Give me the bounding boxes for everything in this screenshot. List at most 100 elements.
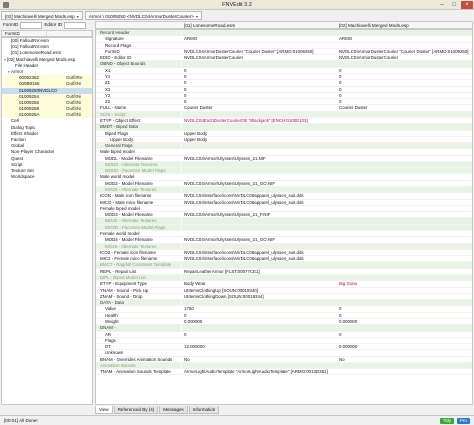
- record-value-merged[interactable]: [337, 274, 472, 281]
- record-value-merged[interactable]: [337, 250, 472, 255]
- record-value-merged[interactable]: [337, 61, 472, 67]
- tree-header-editorid[interactable]: [47, 31, 92, 36]
- record-value-lonesomeroad[interactable]: [182, 231, 337, 236]
- record-value-lonesomeroad[interactable]: RepairLeatherArmor [FLST:00077CE1]: [182, 269, 337, 274]
- record-value-lonesomeroad[interactable]: NVDLC04ArmorDusterCourier "Courier Duste…: [182, 49, 337, 54]
- record-value-merged[interactable]: [337, 300, 472, 306]
- record-value-merged[interactable]: [337, 288, 472, 293]
- record-value-merged[interactable]: [337, 325, 472, 331]
- record-value-merged[interactable]: [337, 262, 472, 268]
- record-value-lonesomeroad[interactable]: 0: [182, 332, 337, 337]
- minimize-button[interactable]: –: [436, 1, 448, 9]
- record-value-lonesomeroad[interactable]: [182, 262, 337, 268]
- record-value-merged[interactable]: 0: [337, 306, 472, 311]
- plugin-tree[interactable]: [00] FalloutNV.esm [01] FalloutNV.esm [01]…: [1, 37, 93, 405]
- record-value-merged[interactable]: [337, 174, 472, 179]
- record-view-grid[interactable]: Record Header Signature ARMO ARMO Record Fla…: [95, 29, 473, 405]
- record-value-merged[interactable]: [337, 350, 472, 355]
- maximize-button[interactable]: □: [448, 1, 460, 9]
- record-value-lonesomeroad[interactable]: 0: [182, 93, 337, 98]
- record-value-merged[interactable]: [337, 256, 472, 261]
- record-value-lonesomeroad[interactable]: NVDLC04\Armor\Ulysses\Ulysses_21_GO.NIF: [182, 181, 337, 186]
- record-value-lonesomeroad[interactable]: [182, 30, 337, 36]
- grid-header-merged[interactable]: [02] Machiavelli Merged Mods.esp: [339, 22, 409, 29]
- tree-item[interactable]: Worldspace: [2, 174, 92, 180]
- record-value-lonesomeroad[interactable]: UIItemsClothingUp [SOUN:00019340]: [182, 288, 337, 293]
- tree-header-formid[interactable]: FormID: [2, 31, 47, 36]
- record-value-merged[interactable]: 0: [337, 93, 472, 98]
- tab-information[interactable]: Information: [188, 406, 220, 414]
- status-badge-pro[interactable]: Pro: [457, 418, 470, 424]
- breadcrumb-record[interactable]: Armor \ 01009250 <NVDLC04ArmorDusterCour…: [84, 11, 202, 20]
- record-value-lonesomeroad[interactable]: ArmorLightAudioTemplate "ArmorLightAudio…: [182, 369, 337, 374]
- record-value-merged[interactable]: [337, 193, 472, 198]
- record-value-merged[interactable]: [337, 187, 472, 193]
- record-value-merged[interactable]: [337, 362, 472, 369]
- record-value-lonesomeroad[interactable]: 0: [182, 87, 337, 92]
- record-value-lonesomeroad[interactable]: [182, 206, 337, 211]
- record-value-merged[interactable]: [337, 369, 472, 374]
- close-button[interactable]: ×: [461, 1, 473, 9]
- record-value-merged[interactable]: [337, 118, 472, 123]
- record-value-merged[interactable]: 0: [337, 68, 472, 73]
- record-value-lonesomeroad[interactable]: NVDLC04\interface\icons\NVDLC06apparel_u…: [182, 200, 337, 205]
- record-value-merged[interactable]: [337, 269, 472, 274]
- record-value-merged[interactable]: [337, 30, 472, 36]
- record-value-lonesomeroad[interactable]: NVDLC04\interface\icons\NVDLC06apparel_u…: [182, 250, 337, 255]
- breadcrumb-file[interactable]: [02] Machiavelli Merged Mods.esp ▾: [1, 11, 83, 20]
- record-value-lonesomeroad[interactable]: [182, 149, 337, 154]
- record-value-merged[interactable]: [337, 243, 472, 249]
- record-value-merged[interactable]: 0: [337, 332, 472, 337]
- record-value-merged[interactable]: Big Guns: [337, 281, 472, 286]
- record-value-merged[interactable]: 0.000000: [337, 344, 472, 349]
- record-value-merged[interactable]: [337, 224, 472, 230]
- record-value-lonesomeroad[interactable]: [182, 161, 337, 168]
- record-value-lonesomeroad[interactable]: [182, 43, 337, 48]
- record-value-lonesomeroad[interactable]: [182, 61, 337, 67]
- record-row[interactable]: TNAM - Animation Sounds Template ArmorLig…: [96, 369, 472, 376]
- record-value-merged[interactable]: [337, 131, 472, 136]
- editorid-filter-input[interactable]: [64, 21, 87, 29]
- record-value-lonesomeroad[interactable]: 0.000000: [182, 319, 337, 324]
- record-value-lonesomeroad[interactable]: No: [182, 357, 337, 362]
- record-value-lonesomeroad[interactable]: NVDLC04\Armor\Ulysses\Ulysses_21_F.NIF: [182, 212, 337, 217]
- record-value-merged[interactable]: [337, 43, 472, 48]
- record-value-lonesomeroad[interactable]: [182, 362, 337, 369]
- record-value-merged[interactable]: ARMO: [337, 36, 472, 41]
- record-value-merged[interactable]: 0: [337, 99, 472, 104]
- record-value-merged[interactable]: 0: [337, 74, 472, 79]
- record-value-lonesomeroad[interactable]: [182, 325, 337, 331]
- record-value-lonesomeroad[interactable]: 0: [182, 313, 337, 318]
- record-value-merged[interactable]: [337, 181, 472, 186]
- record-value-merged[interactable]: [337, 218, 472, 224]
- record-value-lonesomeroad[interactable]: NVDLC04\Armor\Ulysses\Ulysses_21_GO.NIF: [182, 237, 337, 242]
- record-value-lonesomeroad[interactable]: 1750: [182, 306, 337, 311]
- record-value-lonesomeroad[interactable]: 0: [182, 74, 337, 79]
- record-value-lonesomeroad[interactable]: NVDLC04\Armor\Ulysses\Ulysses_21.NIF: [182, 156, 337, 161]
- record-value-merged[interactable]: [337, 143, 472, 149]
- status-badge-tidy[interactable]: Tidy: [440, 418, 455, 424]
- record-value-lonesomeroad[interactable]: Body Wear: [182, 281, 337, 286]
- record-value-lonesomeroad[interactable]: [182, 143, 337, 149]
- record-value-lonesomeroad[interactable]: NVDLC04EnchDusterCourierOE "Blackjack" […: [182, 118, 337, 123]
- tab-referenced-by[interactable]: Referenced By (4): [113, 406, 159, 414]
- record-value-merged[interactable]: NVDLC04ArmorDusterCourier: [337, 55, 472, 60]
- record-value-lonesomeroad[interactable]: 12.000000: [182, 344, 337, 349]
- record-value-merged[interactable]: [337, 231, 472, 236]
- grid-header-lonesomeroad[interactable]: [01] LonesomeRoad.esm: [184, 22, 235, 29]
- record-value-merged[interactable]: 0: [337, 313, 472, 318]
- record-value-lonesomeroad[interactable]: [182, 187, 337, 193]
- record-value-lonesomeroad[interactable]: Courier Duster: [182, 105, 337, 110]
- record-value-lonesomeroad[interactable]: [182, 168, 337, 174]
- tab-view[interactable]: View: [95, 406, 113, 414]
- record-value-lonesomeroad[interactable]: ARMO: [182, 36, 337, 41]
- record-value-merged[interactable]: 0: [337, 80, 472, 85]
- record-value-lonesomeroad[interactable]: Upper Body: [182, 131, 337, 136]
- record-value-lonesomeroad[interactable]: [182, 350, 337, 355]
- tab-messages[interactable]: Messages: [159, 406, 188, 414]
- record-value-merged[interactable]: [337, 237, 472, 242]
- record-value-merged[interactable]: NVDLC04ArmorDusterCourier "Courier Duste…: [337, 49, 472, 54]
- record-value-lonesomeroad[interactable]: 0: [182, 99, 337, 104]
- record-value-merged[interactable]: [337, 111, 472, 117]
- record-value-lonesomeroad[interactable]: 0: [182, 68, 337, 73]
